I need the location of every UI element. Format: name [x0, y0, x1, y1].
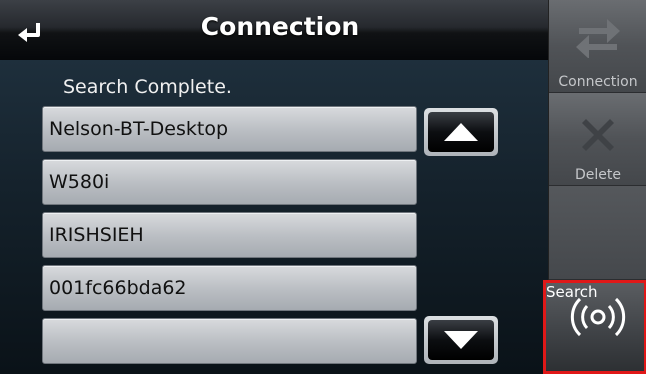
- device-row[interactable]: W580i: [42, 159, 417, 205]
- search-button[interactable]: Search: [543, 280, 646, 374]
- action-sidebar: Connection Delete Search: [543, 0, 646, 374]
- back-button[interactable]: [16, 20, 46, 46]
- search-signal-icon: [570, 297, 626, 337]
- connection-button[interactable]: Connection: [549, 0, 646, 93]
- delete-x-icon: [582, 119, 614, 151]
- device-row-empty[interactable]: [42, 318, 417, 364]
- delete-button-label: Delete: [575, 167, 621, 183]
- swap-arrows-icon: [576, 19, 620, 58]
- scroll-down-button[interactable]: [424, 316, 498, 364]
- scroll-down-button-face: [428, 320, 494, 360]
- triangle-down-icon: [444, 331, 478, 349]
- device-list-panel: Search Complete. Nelson-BT-Desktop W580i…: [0, 60, 548, 374]
- device-row[interactable]: 001fc66bda62: [42, 265, 417, 311]
- bluetooth-connection-screen: Connection Search Complete. Nelson-BT-De…: [0, 0, 646, 374]
- triangle-up-icon: [444, 123, 478, 141]
- scroll-up-button-face: [428, 112, 494, 152]
- connection-button-label: Connection: [558, 74, 638, 90]
- device-row[interactable]: IRISHSIEH: [42, 212, 417, 258]
- search-status-text: Search Complete.: [63, 76, 232, 98]
- back-arrow-icon: [18, 23, 40, 42]
- device-row[interactable]: Nelson-BT-Desktop: [42, 106, 417, 152]
- page-title: Connection: [200, 12, 360, 41]
- scroll-up-button[interactable]: [424, 108, 498, 156]
- title-bar: Connection: [0, 0, 548, 60]
- delete-button[interactable]: Delete: [549, 93, 646, 186]
- empty-sidebar-slot: [549, 186, 646, 280]
